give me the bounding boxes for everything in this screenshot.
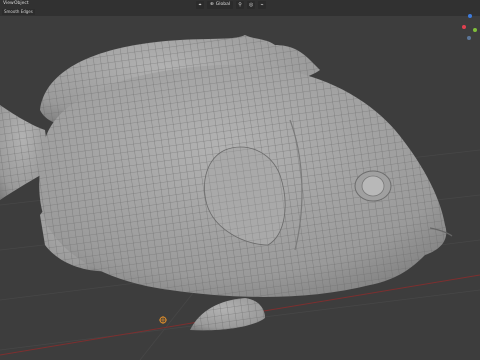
global-orientation-icon: ⊕ — [210, 2, 214, 7]
menu-view[interactable]: View — [3, 1, 14, 6]
cursor-icon[interactable]: ⌖ — [196, 1, 204, 9]
3d-viewport[interactable] — [0, 0, 480, 360]
navigation-gizmo[interactable] — [462, 14, 478, 42]
shading-mode-dropdown[interactable]: Smooth Edges — [2, 9, 35, 15]
viewport-toolbar: ⌖ ⊕ Global ⚲ ◎ ⌁ — [196, 1, 267, 9]
proportional-edit-icon[interactable]: ◎ — [247, 1, 256, 9]
gizmo-x-axis-icon[interactable] — [462, 25, 466, 29]
fish-eye[interactable] — [354, 170, 392, 202]
gizmo-y-axis-icon[interactable] — [473, 28, 477, 32]
menu-object[interactable]: Object — [14, 1, 29, 6]
gizmo-neg-axis-icon[interactable] — [467, 36, 471, 40]
gizmo-z-axis-icon[interactable] — [468, 14, 472, 18]
transform-orientation-dropdown[interactable]: ⊕ Global — [207, 1, 234, 9]
orientation-label: Global — [215, 2, 231, 7]
overlay-icon[interactable]: ⌁ — [258, 1, 267, 9]
snap-icon[interactable]: ⚲ — [236, 1, 245, 9]
object-origin-icon[interactable] — [159, 316, 167, 324]
